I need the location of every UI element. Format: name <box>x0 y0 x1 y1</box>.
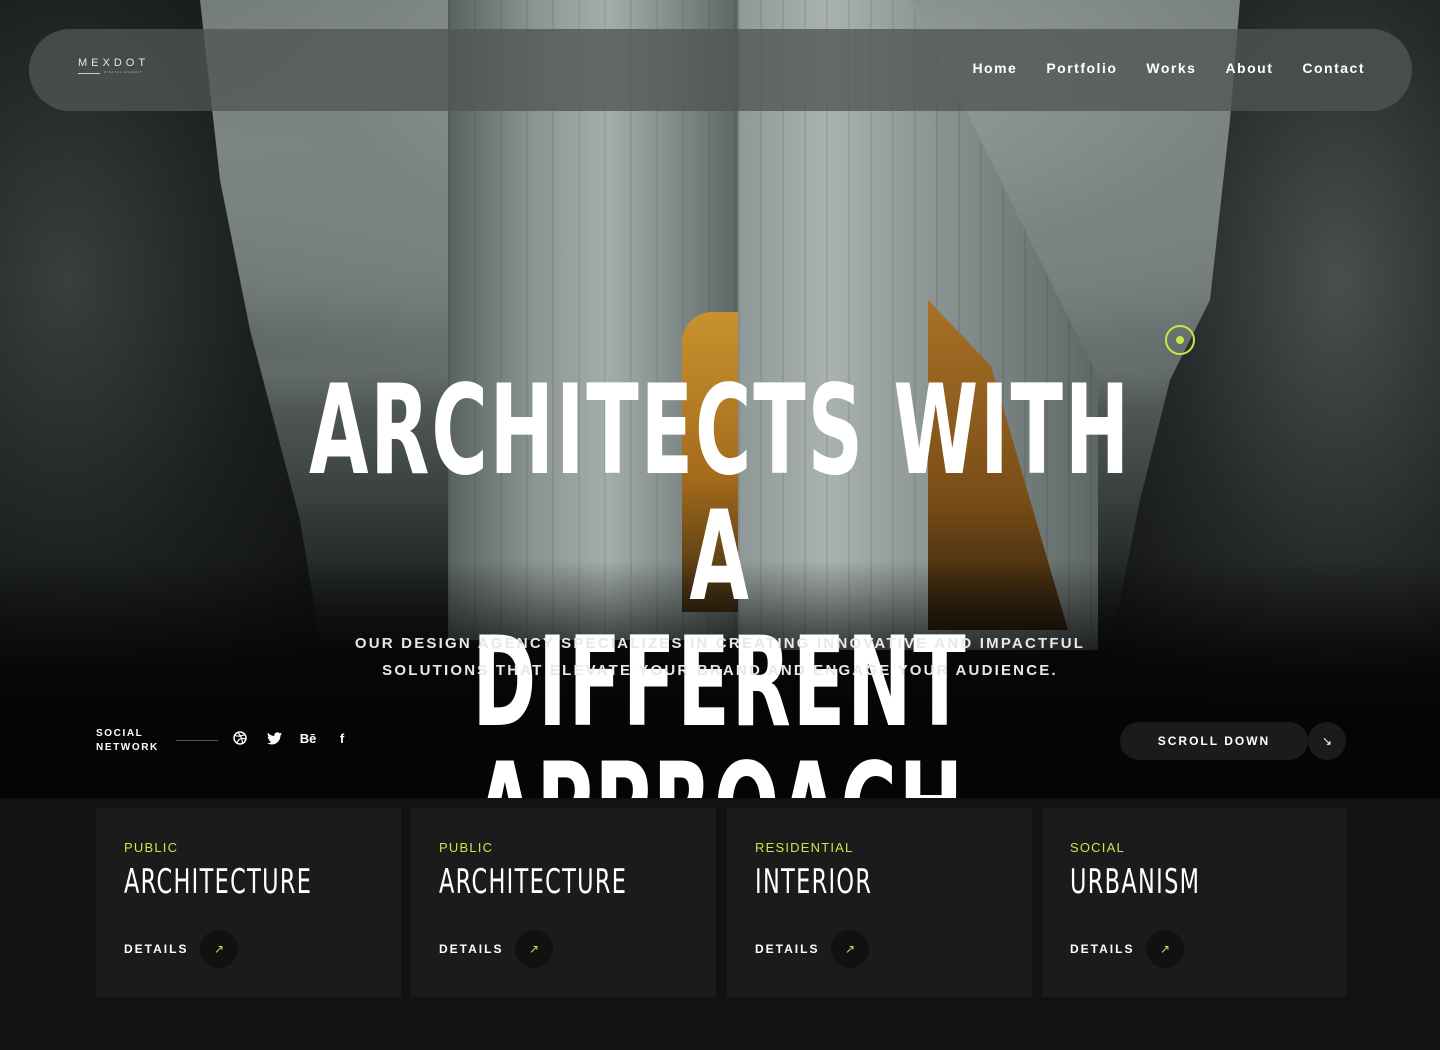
service-card[interactable]: RESIDENTIAL INTERIOR DETAILS ↗ <box>727 808 1032 997</box>
top-navbar: MEXDOT DIGITAL AGENCY Home Portfolio Wor… <box>29 29 1412 111</box>
service-card-details-link[interactable]: DETAILS <box>755 942 819 956</box>
hero-headline: ARCHITECTS WITH A DIFFERENT APPROACH <box>274 368 1167 872</box>
service-card-category: RESIDENTIAL <box>755 840 854 855</box>
logo-underline <box>78 73 100 74</box>
hero-headline-line-1: ARCHITECTS WITH A <box>308 359 1132 629</box>
service-card-title: ARCHITECTURE <box>439 862 628 902</box>
arrow-down-right-icon[interactable]: ↘ <box>1308 722 1346 760</box>
social-label-line-1: SOCIAL <box>96 728 144 739</box>
service-card[interactable]: SOCIAL URBANISM DETAILS ↗ <box>1042 808 1347 997</box>
arrow-up-right-icon[interactable]: ↗ <box>200 930 238 968</box>
service-card-category: SOCIAL <box>1070 840 1125 855</box>
nav-item-contact[interactable]: Contact <box>1302 60 1365 76</box>
service-card-category: PUBLIC <box>439 840 494 855</box>
hero-tagline-line-1: OUR DESIGN AGENCY SPECIALIZES IN CREATIN… <box>354 635 1086 652</box>
service-card-details-link[interactable]: DETAILS <box>1070 942 1134 956</box>
service-card-title: ARCHITECTURE <box>124 862 313 902</box>
hero-tagline-line-2: SOLUTIONS THAT ELEVATE YOUR BRAND AND EN… <box>382 662 1058 679</box>
social-icons: Bē f <box>232 730 350 746</box>
nav-item-works[interactable]: Works <box>1146 60 1196 76</box>
brand-name: MEXDOT <box>78 57 150 69</box>
nav-item-portfolio[interactable]: Portfolio <box>1046 60 1117 76</box>
service-card-category: PUBLIC <box>124 840 179 855</box>
arrow-up-right-icon[interactable]: ↗ <box>1146 930 1184 968</box>
service-card[interactable]: PUBLIC ARCHITECTURE DETAILS ↗ <box>411 808 716 997</box>
custom-cursor-icon <box>1165 325 1195 355</box>
social-label: SOCIAL NETWORK <box>96 727 166 755</box>
dribbble-icon[interactable] <box>232 730 248 746</box>
brand-logo[interactable]: MEXDOT DIGITAL AGENCY <box>78 57 158 79</box>
twitter-icon-svg <box>266 731 282 744</box>
behance-icon[interactable]: Bē <box>300 730 317 746</box>
nav-item-home[interactable]: Home <box>972 60 1017 76</box>
social-divider <box>176 740 218 741</box>
twitter-icon[interactable] <box>266 730 282 746</box>
service-card-title: URBANISM <box>1070 862 1201 902</box>
service-card-details-link[interactable]: DETAILS <box>124 942 188 956</box>
scroll-down-button[interactable]: SCROLL DOWN <box>1120 722 1308 760</box>
facebook-icon[interactable]: f <box>334 730 350 746</box>
scroll-down-control: SCROLL DOWN ↘ <box>1120 722 1346 760</box>
arrow-up-right-icon[interactable]: ↗ <box>515 930 553 968</box>
arrow-up-right-icon[interactable]: ↗ <box>831 930 869 968</box>
dribbble-icon-svg <box>233 731 247 745</box>
social-network: SOCIAL NETWORK Bē f <box>96 727 344 755</box>
brand-tagline: DIGITAL AGENCY <box>104 70 143 74</box>
service-card[interactable]: PUBLIC ARCHITECTURE DETAILS ↗ <box>96 808 401 997</box>
hero-tagline: OUR DESIGN AGENCY SPECIALIZES IN CREATIN… <box>320 630 1120 684</box>
nav-item-about[interactable]: About <box>1225 60 1273 76</box>
service-card-details-link[interactable]: DETAILS <box>439 942 503 956</box>
custom-cursor-dot <box>1176 336 1184 344</box>
social-label-line-2: NETWORK <box>96 742 159 753</box>
nav-links: Home Portfolio Works About Contact <box>972 60 1365 76</box>
service-card-title: INTERIOR <box>755 862 873 902</box>
